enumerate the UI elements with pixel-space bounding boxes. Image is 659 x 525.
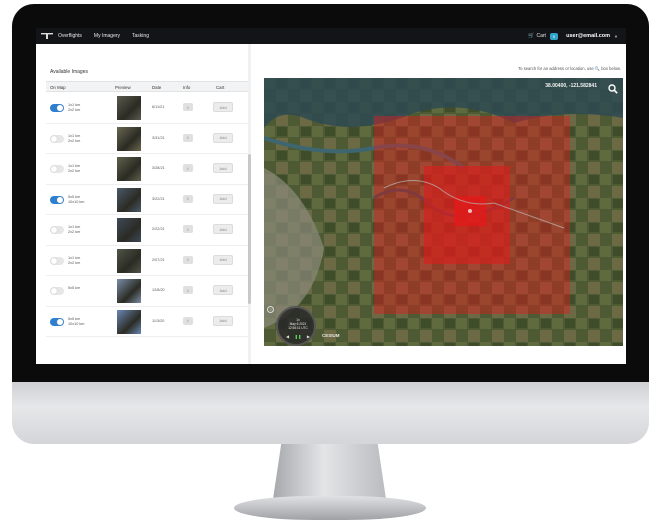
resolution-text: 5x5 km 10x10 km (68, 316, 85, 326)
screen: Overflights My Imagery Tasking 🛒 Cart 0 … (36, 28, 626, 364)
on-map-toggle[interactable] (50, 134, 64, 143)
location-marker (468, 209, 472, 213)
on-map-toggle[interactable] (50, 104, 64, 112)
scrollbar-thumb[interactable] (248, 154, 251, 304)
rewind-icon[interactable]: ◀ (286, 334, 289, 339)
resolution-text: 1x1 km 2x2 km (68, 225, 81, 234)
add-to-cart-button[interactable]: Add (213, 132, 233, 143)
preview-thumbnail[interactable] (117, 187, 141, 212)
image-date: 3/22/21 (152, 196, 165, 201)
on-map-toggle[interactable] (50, 256, 64, 265)
table-row: 5x5 km 12/8/20 i Add (46, 276, 250, 307)
image-date: 2/07/21 (152, 257, 165, 262)
col-info: Info (183, 85, 191, 90)
search-icon[interactable] (608, 81, 618, 94)
satellite-map[interactable] (264, 78, 623, 346)
info-button[interactable]: i (183, 316, 193, 325)
animation-clock-widget[interactable]: 1x May 6 2021 12:54:11 UTC ◀ ❚❚ ▶ (276, 306, 316, 346)
table-header: On Map Preview Date Info Cart (46, 81, 250, 92)
add-to-cart-button[interactable]: Add (213, 285, 233, 295)
table-row: 1x1 km 2x2 km 2/07/21 i Add (46, 246, 250, 276)
preview-thumbnail[interactable] (117, 279, 141, 303)
table-row: 1x1 km 2x2 km 3/28/21 i Add (46, 154, 250, 185)
image-date: 3/31/21 (152, 135, 165, 140)
panel-scrollbar[interactable] (248, 44, 251, 364)
drone-icon[interactable] (36, 32, 58, 40)
col-cart: Cart (216, 85, 225, 90)
monitor-chin (12, 382, 649, 444)
play-icon[interactable]: ▶ (307, 334, 310, 339)
preview-thumbnail[interactable] (117, 126, 141, 151)
info-button[interactable]: i (183, 225, 193, 233)
on-map-toggle[interactable] (50, 317, 64, 326)
add-to-cart-button[interactable]: Add (213, 102, 233, 112)
resolution-text: 1x1 km 2x2 km (68, 255, 81, 265)
nav-overflights[interactable]: Overflights (58, 33, 82, 39)
resolution-text: 1x1 km 2x2 km (68, 103, 81, 112)
table-row: 1x1 km 2x2 km 2/22/21 i Add (46, 215, 250, 246)
cesium-logo: CESIUM (322, 333, 340, 338)
table-row: 5x5 km 10x10 km 3/22/21 i Add (46, 185, 250, 215)
col-date: Date (152, 85, 162, 90)
resolution-text: 1x1 km 2x2 km (68, 164, 81, 173)
cart-button[interactable]: 🛒 Cart 0 (528, 32, 559, 40)
resolution-text: 5x5 km (68, 286, 81, 290)
on-map-toggle[interactable] (50, 287, 64, 295)
col-preview: Preview (115, 85, 131, 90)
monitor-stand-base (234, 496, 426, 520)
available-images-panel: Available Images On Map Preview Date Inf… (44, 44, 258, 364)
info-button[interactable]: i (183, 103, 193, 111)
col-on-map: On Map (50, 85, 66, 90)
preview-thumbnail[interactable] (117, 218, 141, 242)
nav-tasking[interactable]: Tasking (132, 33, 149, 39)
on-map-toggle[interactable] (50, 165, 64, 173)
add-to-cart-button[interactable]: Add (213, 224, 233, 234)
image-date: 12/8/20 (152, 288, 165, 292)
resolution-text: 1x1 km 2x2 km (68, 133, 81, 143)
preview-thumbnail[interactable] (117, 157, 141, 181)
cart-label: Cart (536, 33, 546, 39)
animation-time: 12:54:11 UTC (288, 326, 308, 330)
image-date: 6/11/21 (152, 105, 165, 109)
top-navbar: Overflights My Imagery Tasking 🛒 Cart 0 … (36, 28, 626, 44)
info-button[interactable]: i (183, 255, 193, 264)
table-row: 5x5 km 10x10 km 11/3/20 i Add (46, 307, 250, 337)
resolution-text: 5x5 km 10x10 km (68, 194, 85, 204)
preview-thumbnail[interactable] (117, 309, 141, 334)
info-button[interactable]: i (183, 194, 193, 203)
map-viewer[interactable]: 38.00400, -121.582841 ? 1x May 6 2021 12… (264, 78, 623, 346)
chevron-down-icon[interactable]: ▼ (614, 34, 618, 39)
user-menu[interactable]: user@email.com (566, 33, 610, 39)
image-date: 11/3/20 (152, 318, 165, 323)
image-date: 2/22/21 (152, 227, 165, 231)
info-button[interactable]: i (183, 133, 193, 142)
on-map-toggle[interactable] (50, 226, 64, 234)
add-to-cart-button[interactable]: Add (213, 254, 233, 265)
add-to-cart-button[interactable]: Add (213, 193, 233, 204)
cart-icon: 🛒 (528, 33, 535, 39)
preview-thumbnail[interactable] (117, 96, 141, 120)
add-to-cart-button[interactable]: Add (213, 163, 233, 173)
panel-title: Available Images (50, 69, 88, 75)
help-icon[interactable]: ? (267, 306, 274, 313)
table-row: 1x1 km 2x2 km 3/31/21 i Add (46, 124, 250, 154)
on-map-toggle[interactable] (50, 195, 64, 204)
pause-icon[interactable]: ❚❚ (295, 334, 302, 339)
preview-thumbnail[interactable] (117, 248, 141, 273)
info-button[interactable]: i (183, 286, 193, 294)
add-to-cart-button[interactable]: Add (213, 315, 233, 326)
nav-my-imagery[interactable]: My Imagery (94, 33, 120, 39)
cart-count-badge: 0 (549, 32, 559, 40)
image-date: 3/28/21 (152, 166, 165, 170)
info-button[interactable]: i (183, 164, 193, 172)
coordinates-readout: 38.00400, -121.582841 (545, 83, 597, 89)
image-list: 1x1 km 2x2 km 6/11/21 i Add 1x1 km 2x2 km 3/31/… (46, 93, 250, 337)
search-hint: To search for an address or location, us… (518, 66, 621, 71)
table-row: 1x1 km 2x2 km 6/11/21 i Add (46, 93, 250, 124)
